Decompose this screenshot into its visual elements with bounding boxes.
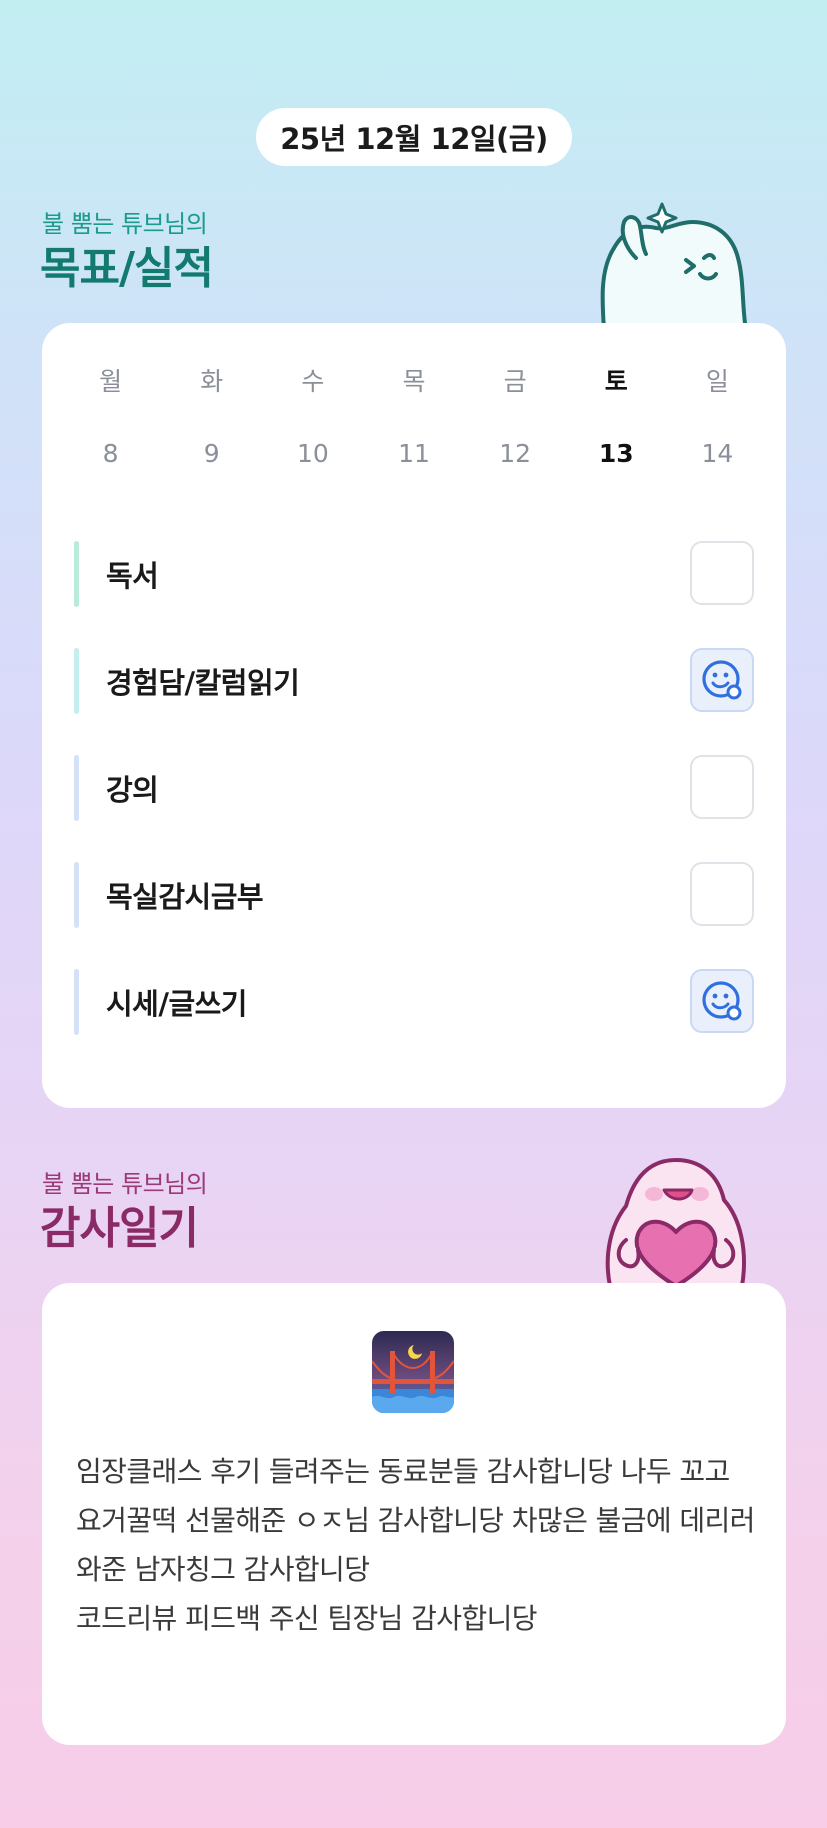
date-cell[interactable]: 11 [363,435,464,473]
goal-checkbox[interactable] [690,648,754,712]
thanks-title: 감사일기 [40,1203,199,1254]
thanks-line: 코드리뷰 피드백 주신 팀장님 감사합니당 [76,1602,538,1635]
heart-mascot-icon [596,1156,756,1288]
weekday-label: 화 [200,367,224,396]
weekday-label: 일 [705,367,729,396]
goal-row-reading: 독서 [74,541,754,607]
mascot-character-icon [596,200,756,332]
goal-row-writing: 시세/글쓰기 [74,969,754,1035]
night-bridge-icon [372,1331,454,1413]
goal-color-bar [74,648,79,714]
weekday-label: 목 [402,367,426,396]
weekday-label: 토 [604,367,628,396]
goal-checkbox[interactable] [690,541,754,605]
smile-face-icon [702,981,742,1021]
goals-title: 목표/실적 [40,243,214,294]
goal-label: 경험담/칼럼읽기 [106,666,300,700]
goals-card: 월 화 수 목 금 토 일 8 9 10 11 12 13 14 독서 경험담/칼럼읽기 강의 [42,323,786,1108]
goal-color-bar [74,969,79,1035]
thanks-line: 요거꿀떡 선물해준 ㅇㅈ님 감사합니당 차많은 불금에 데리러와준 남자칭그 감… [76,1504,755,1586]
goal-label: 독서 [106,559,159,593]
goal-color-bar [74,862,79,928]
date-cell[interactable]: 12 [465,435,566,473]
goal-label: 시세/글쓰기 [106,987,248,1021]
goal-row-lecture: 강의 [74,755,754,821]
weekday-label: 금 [503,367,527,396]
goal-checkbox[interactable] [690,969,754,1033]
goal-label: 강의 [106,773,159,807]
goal-list: 독서 경험담/칼럼읽기 강의 목실감시금부 시세/글쓰기 [74,541,754,1076]
thanks-card: 임장클래스 후기 들려주는 동료분들 감사합니당 나두 꼬고 요거꿀떡 선물해준… [42,1283,786,1745]
date-cell[interactable]: 13 [566,435,667,473]
weekday-label: 수 [301,367,325,396]
date-cell[interactable]: 9 [161,435,262,473]
goal-label: 목실감시금부 [106,880,264,914]
goal-row-gratitude: 목실감시금부 [74,862,754,928]
smile-face-icon [702,660,742,700]
date-pill[interactable]: 25년 12월 12일(금) [256,108,572,166]
date-label: 25년 12월 12일(금) [280,122,548,156]
weekday-label: 월 [99,367,123,396]
thanks-text: 임장클래스 후기 들려주는 동료분들 감사합니당 나두 꼬고 요거꿀떡 선물해준… [76,1447,756,1643]
date-cell[interactable]: 10 [262,435,363,473]
week-calendar: 월 화 수 목 금 토 일 8 9 10 11 12 13 14 [60,363,768,473]
goal-checkbox[interactable] [690,755,754,819]
thanks-line: 임장클래스 후기 들려주는 동료분들 감사합니당 나두 꼬고 [76,1455,730,1488]
goal-color-bar [74,541,79,607]
goal-checkbox[interactable] [690,862,754,926]
goal-color-bar [74,755,79,821]
date-cell[interactable]: 8 [60,435,161,473]
date-cell[interactable]: 14 [667,435,768,473]
goal-row-column-reading: 경험담/칼럼읽기 [74,648,754,714]
